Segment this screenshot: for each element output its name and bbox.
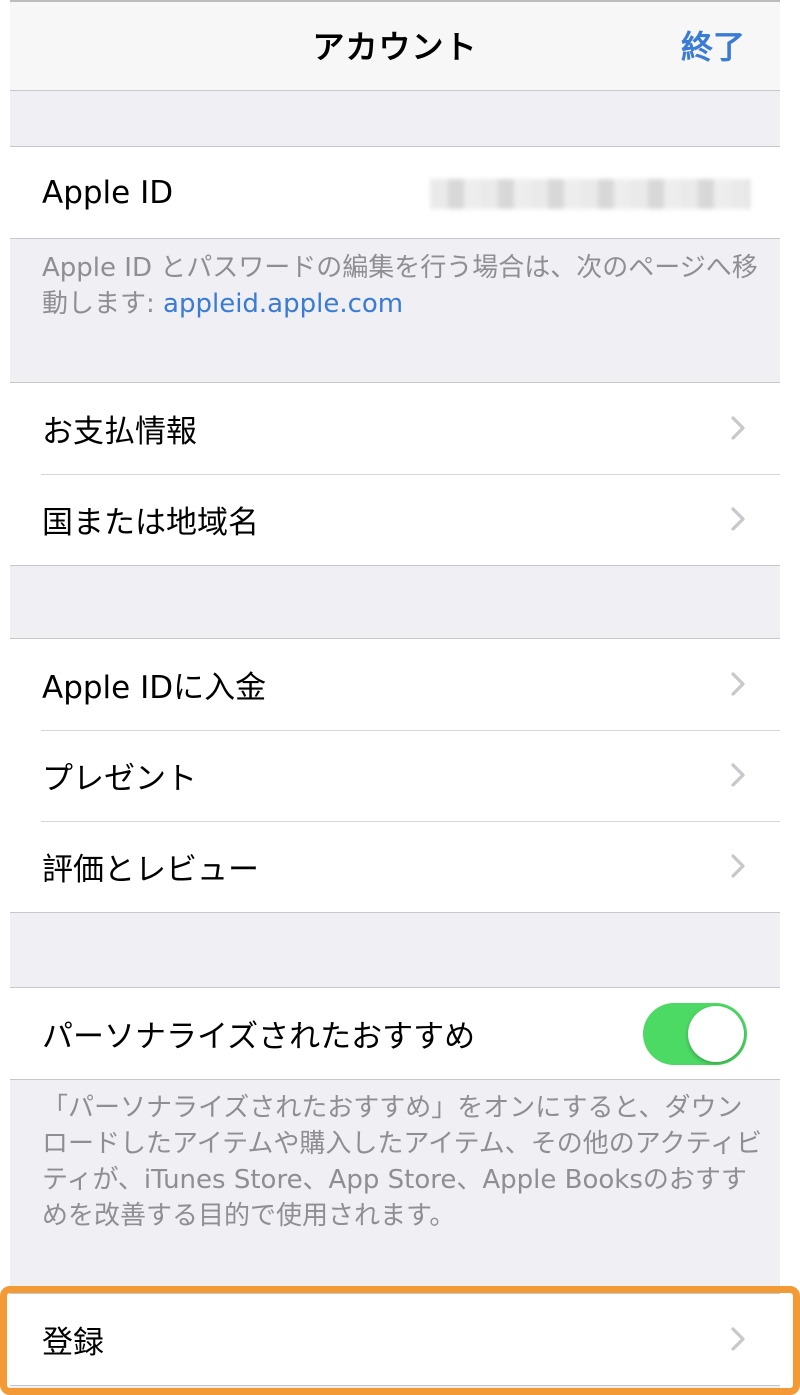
- chevron-right-icon: [731, 416, 745, 440]
- apple-id-group: Apple ID: [10, 146, 780, 239]
- list-item-label: 評価とレビュー: [42, 852, 259, 888]
- list-item-label: プレゼント: [42, 761, 197, 797]
- list-item-ratings-reviews[interactable]: 評価とレビュー: [10, 821, 780, 912]
- navigation-bar: アカウント 終了: [10, 0, 780, 91]
- toggle-knob: [688, 1006, 744, 1062]
- chevron-right-icon: [731, 854, 745, 878]
- chevron-right-icon: [731, 763, 745, 787]
- list-item-label: Apple IDに入金: [42, 670, 267, 706]
- appleid-link[interactable]: appleid.apple.com: [163, 289, 403, 319]
- chevron-right-icon: [731, 672, 745, 696]
- list-item-add-funds[interactable]: Apple IDに入金: [10, 639, 780, 730]
- payment-region-group: お支払情報 国または地域名: [10, 382, 780, 566]
- list-item-region[interactable]: 国または地域名: [10, 474, 780, 565]
- funds-gifts-reviews-group: Apple IDに入金 プレゼント 評価とレビュー: [10, 638, 780, 913]
- list-item-label: 国または地域名: [42, 505, 259, 541]
- list-item-gifts[interactable]: プレゼント: [10, 730, 780, 821]
- done-button[interactable]: 終了: [681, 22, 745, 68]
- apple-id-label: Apple ID: [42, 174, 174, 211]
- list-item-label: お支払情報: [42, 414, 197, 450]
- personalized-recommendations-footnote: 「パーソナライズされたおすすめ」をオンにすると、ダウンロードしたアイテムや購入し…: [42, 1093, 762, 1231]
- list-item-payment[interactable]: お支払情報: [10, 383, 780, 474]
- register-highlight-box: [0, 1286, 800, 1395]
- personalized-recommendations-toggle[interactable]: [643, 1003, 747, 1065]
- frame-edge: [780, 0, 800, 1395]
- page-title: アカウント: [312, 28, 478, 66]
- chevron-right-icon: [731, 507, 745, 531]
- apple-id-value-redacted: [430, 179, 750, 209]
- personalized-recommendations-group: パーソナライズされたおすすめ: [10, 987, 780, 1080]
- personalized-recommendations-label: パーソナライズされたおすすめ: [42, 1019, 476, 1055]
- apple-id-row[interactable]: Apple ID: [10, 147, 780, 238]
- divider: [10, 0, 780, 2]
- personalized-recommendations-row: パーソナライズされたおすすめ: [10, 988, 780, 1079]
- frame-edge: [0, 0, 10, 1395]
- apple-id-footnote: Apple ID とパスワードの編集を行う場合は、次のページへ移動します: ap…: [42, 250, 762, 322]
